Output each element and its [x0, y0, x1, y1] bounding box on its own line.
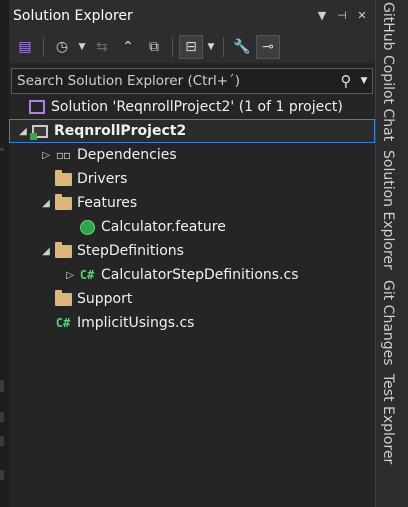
tree-item-stepdefinitions[interactable]: ◢ StepDefinitions	[9, 239, 375, 263]
preview-icon[interactable]: ⊸	[256, 35, 280, 59]
csharp-file-icon: C#	[79, 268, 95, 282]
tree-item-label: CalculatorStepDefinitions.cs	[101, 267, 299, 283]
tree-item-label: ImplicitUsings.cs	[77, 315, 195, 331]
pin-icon[interactable]: ⊣	[335, 9, 349, 22]
tree-item-project[interactable]: ◢ ReqnrollProject2	[9, 119, 375, 143]
expanded-arrow-icon[interactable]: ◢	[39, 246, 53, 257]
tree-item-label: ReqnrollProject2	[54, 123, 187, 139]
tree-item-implicitusings[interactable]: C# ImplicitUsings.cs	[9, 311, 375, 335]
folder-icon	[53, 289, 73, 307]
right-tool-tabs: GitHub Copilot Chat Solution Explorer Gi…	[376, 0, 408, 507]
switch-views-icon[interactable]: ▤	[13, 35, 37, 59]
sync-icon[interactable]: ⇆	[90, 35, 114, 59]
tree-item-label: Calculator.feature	[101, 219, 226, 235]
chevron-down-icon[interactable]: ▼	[315, 9, 329, 22]
tree-item-drivers[interactable]: Drivers	[9, 167, 375, 191]
tab-test-explorer[interactable]: Test Explorer	[380, 374, 396, 464]
properties-icon[interactable]: 🔧	[230, 35, 254, 59]
solution-tree: Solution 'ReqnrollProject2' (1 of 1 proj…	[9, 95, 375, 335]
collapsed-arrow-icon[interactable]: ▷	[63, 270, 77, 281]
folder-icon	[53, 169, 73, 187]
panel-titlebar: Solution Explorer ▼ ⊣ ✕	[9, 0, 375, 31]
panel-title: Solution Explorer	[13, 7, 133, 24]
tree-item-label: Drivers	[77, 171, 128, 187]
edge-mark	[0, 412, 4, 422]
edge-mark	[0, 436, 4, 446]
tree-item-calculator-feature[interactable]: Calculator.feature	[9, 215, 375, 239]
tab-git-changes[interactable]: Git Changes	[380, 280, 396, 366]
expanded-arrow-icon[interactable]: ◢	[39, 198, 53, 209]
collapse-all-icon[interactable]: ⌃	[116, 35, 140, 59]
search-input[interactable]	[12, 73, 336, 89]
edge-mark	[0, 380, 4, 392]
history-icon[interactable]: ◷	[50, 35, 74, 59]
tree-item-solution[interactable]: Solution 'ReqnrollProject2' (1 of 1 proj…	[9, 95, 375, 119]
expanded-arrow-icon[interactable]: ◢	[16, 126, 30, 137]
csharp-file-icon: C#	[55, 316, 71, 330]
collapsed-arrow-icon[interactable]: ▷	[39, 150, 53, 161]
dependencies-icon: ▫▫	[55, 148, 71, 162]
search-box: ⚲ ▼	[11, 68, 373, 94]
pending-changes-filter-icon[interactable]: ⊟	[179, 35, 203, 59]
csharp-project-icon	[30, 123, 50, 140]
search-icon[interactable]: ⚲	[336, 72, 356, 90]
chevron-down-icon[interactable]: ▼	[205, 35, 217, 59]
tree-item-label: StepDefinitions	[77, 243, 184, 259]
tree-item-dependencies[interactable]: ▷ ▫▫ Dependencies	[9, 143, 375, 167]
feature-file-icon	[77, 219, 97, 235]
edge-mark	[0, 470, 4, 480]
close-icon[interactable]: ✕	[355, 9, 369, 22]
chevron-down-icon[interactable]: ▼	[76, 35, 88, 59]
toolbar-separator	[223, 37, 224, 57]
left-edge-strip	[0, 0, 9, 507]
tree-item-label: Solution 'ReqnrollProject2' (1 of 1 proj…	[51, 99, 343, 115]
toolbar-separator	[172, 37, 173, 57]
tree-item-support[interactable]: Support	[9, 287, 375, 311]
tab-solution-explorer[interactable]: Solution Explorer	[380, 150, 396, 270]
tree-item-label: Support	[77, 291, 133, 307]
tab-github-copilot-chat[interactable]: GitHub Copilot Chat	[380, 2, 396, 141]
toolbar-separator	[43, 37, 44, 57]
folder-icon	[53, 241, 73, 259]
solution-icon	[27, 99, 47, 115]
toolbar: ▤ ◷ ▼ ⇆ ⌃ ⧉ ⊟ ▼ 🔧 ⊸	[9, 31, 375, 63]
tree-item-calculator-step-definitions[interactable]: ▷ C# CalculatorStepDefinitions.cs	[9, 263, 375, 287]
solution-explorer-panel: Solution Explorer ▼ ⊣ ✕ ▤ ◷ ▼ ⇆ ⌃ ⧉ ⊟ ▼ …	[9, 0, 376, 507]
edge-mark	[0, 148, 4, 151]
tree-item-label: Dependencies	[77, 147, 177, 163]
tree-item-features[interactable]: ◢ Features	[9, 191, 375, 215]
chevron-down-icon[interactable]: ▼	[356, 76, 372, 86]
tree-item-label: Features	[77, 195, 138, 211]
folder-icon	[53, 193, 73, 211]
show-all-files-icon[interactable]: ⧉	[142, 35, 166, 59]
